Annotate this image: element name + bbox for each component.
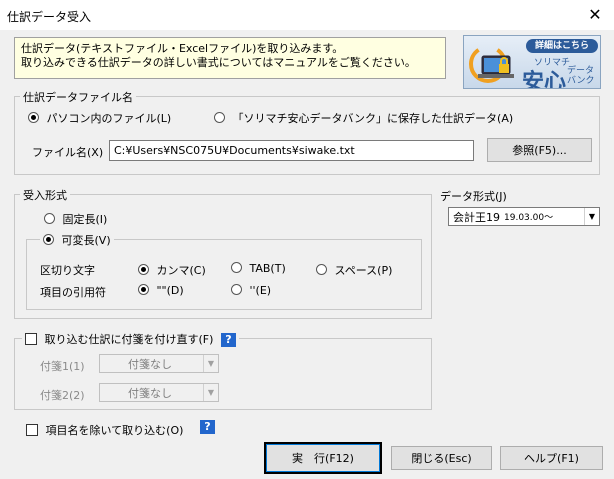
radio-tab-label: TAB(T) [249,262,286,275]
format-group-label: 受入形式 [20,187,70,203]
info-line-2: 取り込みできる仕訳データの詳しい書式についてはマニュアルをご覧ください。 [21,56,416,69]
radio-tab-indicator[interactable] [231,262,242,273]
chevron-down-icon[interactable]: ▼ [203,384,218,401]
title-bar [0,0,614,30]
tag1-select[interactable]: 付箋なし ▼ [99,354,219,373]
radio-fixed-indicator[interactable] [44,213,55,224]
exclude-names-check[interactable] [26,424,38,436]
help-icon[interactable]: ? [200,420,215,434]
close-button[interactable]: 閉じる(Esc) [391,446,492,470]
radio-comma-indicator[interactable] [138,264,149,275]
tag1-label: 付箋1(1) [40,360,85,373]
help-icon[interactable]: ? [220,333,236,347]
radio-databank-indicator[interactable] [214,112,225,123]
file-group [14,96,600,175]
tag2-value: 付箋なし [128,386,172,400]
banner-tag: 詳細はこちら [526,39,598,53]
data-format-version: 19.03.00～ [504,213,554,223]
radio-databank[interactable]: 「ソリマチ安心データバンク」に保存した仕訳データ(A) [214,110,513,126]
info-line-1: 仕訳データ(テキストファイル・Excelファイル)を取り込みます。 [21,42,344,55]
browse-button[interactable]: 参照(F5)... [487,138,592,162]
data-format-select[interactable]: 会計王19 19.03.00～ ▼ [448,207,600,226]
radio-databank-label: 「ソリマチ安心データバンク」に保存した仕訳データ(A) [232,112,514,125]
reassign-tags-checkbox[interactable]: 取り込む仕訳に付箋を付け直す(F) ? [22,331,239,347]
info-message: 仕訳データ(テキストファイル・Excelファイル)を取り込みます。 取り込みでき… [14,37,446,79]
chevron-down-icon[interactable]: ▼ [203,355,218,372]
radio-dquote-indicator[interactable] [138,284,149,295]
file-group-label: 仕訳データファイル名 [20,89,136,105]
data-format-value: 会計王19 [453,210,500,224]
banner-main: 安心 [522,70,567,89]
laptop-lock-icon [469,45,514,83]
exclude-names-label: 項目名を除いて取り込む(O) [45,424,184,437]
window-title: 仕訳データ受入 [7,10,92,24]
banner-side: データ バンク [567,66,594,86]
radio-pc-label: パソコン内のファイル(L) [46,112,172,125]
close-icon[interactable]: ✕ [581,4,609,26]
tag2-label: 付箋2(2) [40,389,85,402]
help-button[interactable]: ヘルプ(F1) [500,446,603,470]
radio-pc-file[interactable]: パソコン内のファイル(L) [28,110,171,126]
banner-side-1: データ [567,66,595,76]
radio-space[interactable]: スペース(P) [316,262,392,278]
tag1-value: 付箋なし [128,357,172,371]
delimiter-label: 区切り文字 [40,264,95,277]
data-bank-banner[interactable]: 詳細はこちら ソリマチ 安心 データ バンク [463,35,601,89]
radio-fixed[interactable]: 固定長(I) [44,211,107,227]
filename-input[interactable]: C:¥Users¥NSC075U¥Documents¥siwake.txt [109,140,474,161]
radio-squote[interactable]: ''(E) [231,284,271,297]
radio-tab[interactable]: TAB(T) [231,262,286,275]
radio-pc-indicator[interactable] [28,112,39,123]
radio-space-label: スペース(P) [334,264,393,277]
data-format-label: データ形式(J) [440,190,507,203]
reassign-tags-label: 取り込む仕訳に付箋を付け直す(F) [44,333,214,346]
banner-side-2: バンク [567,76,595,86]
radio-squote-label: ''(E) [249,284,272,297]
radio-variable-label: 可変長(V) [61,234,111,247]
radio-fixed-label: 固定長(I) [62,213,108,226]
radio-dquote[interactable]: ""(D) [138,284,184,297]
filename-label: ファイル名(X) [32,146,104,159]
radio-space-indicator[interactable] [316,264,327,275]
tag2-select[interactable]: 付箋なし ▼ [99,383,219,402]
chevron-down-icon[interactable]: ▼ [584,208,599,225]
radio-dquote-label: ""(D) [156,284,184,297]
radio-squote-indicator[interactable] [231,284,242,295]
radio-variable[interactable]: 可変長(V) [40,232,114,248]
exclude-names-checkbox[interactable]: 項目名を除いて取り込む(O) [26,422,183,438]
radio-comma-label: カンマ(C) [156,264,206,277]
radio-variable-indicator[interactable] [43,234,54,245]
quote-label: 項目の引用符 [40,286,106,299]
reassign-tags-check[interactable] [25,333,37,345]
run-button[interactable]: 実 行(F12) [264,442,382,474]
radio-comma[interactable]: カンマ(C) [138,262,206,278]
